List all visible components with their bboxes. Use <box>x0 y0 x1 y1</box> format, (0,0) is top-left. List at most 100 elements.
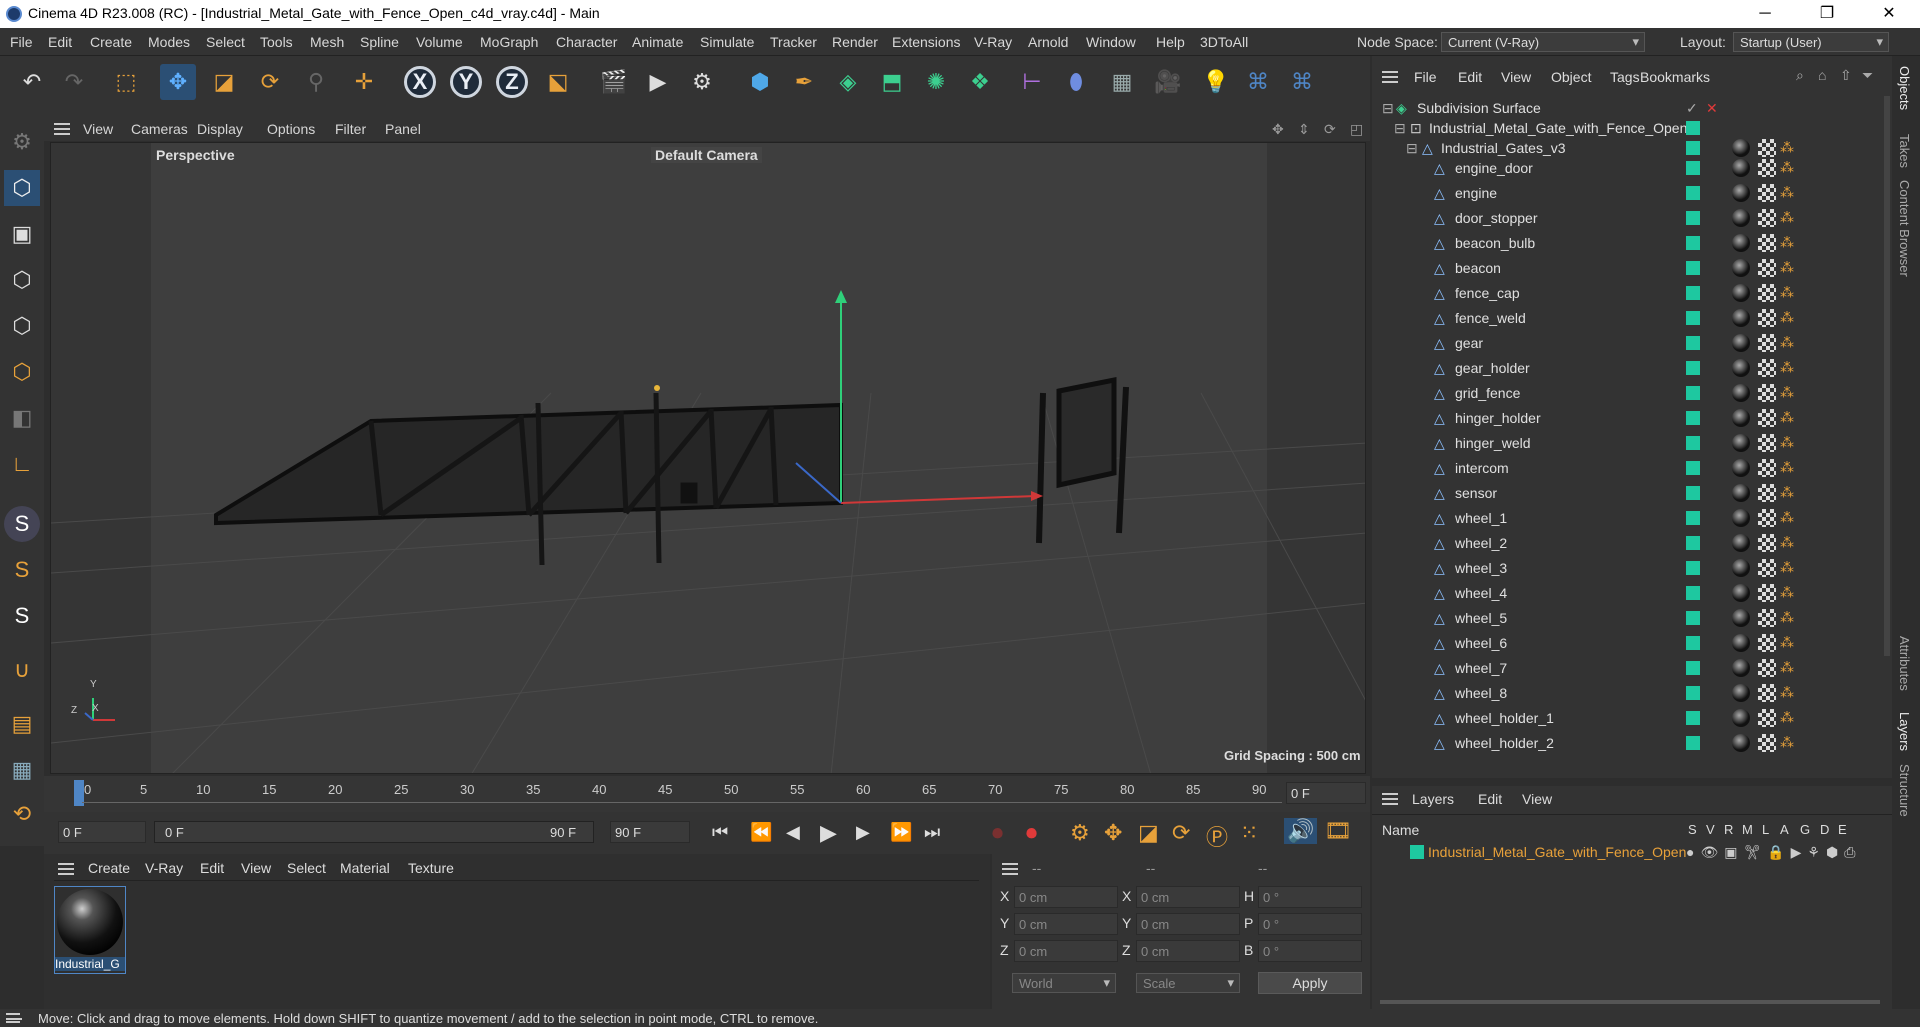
coord-size-z-field[interactable]: 0 cm <box>1136 940 1240 962</box>
tab-content-browser[interactable]: Content Browser <box>1897 180 1912 277</box>
collapse-icon[interactable]: ⊟ <box>1394 120 1406 137</box>
key-rotation-icon[interactable]: ⟳ <box>1172 820 1190 846</box>
material-menu-material[interactable]: Material <box>340 860 390 876</box>
viewport-menu-display[interactable]: Display <box>197 121 243 137</box>
layout-dropdown[interactable]: Startup (User) <box>1733 32 1889 52</box>
texture-tag-icon[interactable] <box>1758 459 1776 477</box>
texture-tag-icon[interactable] <box>1758 309 1776 327</box>
tab-structure[interactable]: Structure <box>1897 764 1912 817</box>
end-frame-field[interactable]: 90 F <box>610 821 690 843</box>
viewport-maximize-icon[interactable]: ◰ <box>1350 121 1363 138</box>
menu-select[interactable]: Select <box>206 34 245 50</box>
vray-tag-icon[interactable]: ⁂ <box>1780 684 1798 702</box>
viewport-menu-cameras[interactable]: Cameras <box>131 121 188 137</box>
material-menu-vray[interactable]: V-Ray <box>145 860 183 876</box>
start-frame-field[interactable]: 0 F <box>58 821 146 843</box>
object-search-icon[interactable]: ⌕ <box>1796 67 1804 84</box>
vray-tag-icon[interactable]: ⁂ <box>1780 309 1798 327</box>
layer-name[interactable]: Industrial_Metal_Gate_with_Fence_Open <box>1428 844 1686 860</box>
menu-create[interactable]: Create <box>90 34 132 50</box>
material-tag-icon[interactable] <box>1732 609 1750 627</box>
layer-menu-edit[interactable]: Edit <box>1478 791 1502 807</box>
vray-tag-icon[interactable]: ⁂ <box>1780 334 1798 352</box>
object-hamburger-icon[interactable] <box>1382 71 1398 83</box>
texture-tag-icon[interactable] <box>1758 139 1776 157</box>
vray-tag-icon[interactable]: ⁂ <box>1780 209 1798 227</box>
texture-tag-icon[interactable] <box>1758 434 1776 452</box>
texture-tag-icon[interactable] <box>1758 584 1776 602</box>
recent-tools-icon[interactable]: ⚲ <box>298 64 334 100</box>
coord-rot-h-field[interactable]: 0 ° <box>1258 886 1362 908</box>
key-parameter-icon[interactable]: Ⓟ <box>1206 820 1228 852</box>
object-row-child[interactable]: △ wheel_4 ⁂ <box>1372 581 1882 606</box>
polygon-mode-icon[interactable]: ⬡ <box>4 354 40 390</box>
coord-hamburger-icon[interactable] <box>1002 863 1018 875</box>
render-picture-viewer-icon[interactable]: ▶ <box>640 64 676 100</box>
material-menu-select[interactable]: Select <box>287 860 326 876</box>
enabled-x-icon[interactable]: ✕ <box>1706 100 1718 117</box>
array-icon[interactable]: ✺ <box>918 64 954 100</box>
layer-color-swatch[interactable] <box>1686 486 1700 500</box>
material-tag-icon[interactable] <box>1732 384 1750 402</box>
timeline-ruler[interactable]: 0 5 10 15 20 25 30 35 40 45 50 55 60 65 … <box>44 776 1370 812</box>
object-row-child[interactable]: △ hinger_weld ⁂ <box>1372 431 1882 456</box>
texture-tag-icon[interactable] <box>1758 209 1776 227</box>
texture-tag-icon[interactable] <box>1758 409 1776 427</box>
material-tag-icon[interactable] <box>1732 434 1750 452</box>
material-tag-icon[interactable] <box>1732 359 1750 377</box>
texture-tag-icon[interactable] <box>1758 734 1776 752</box>
vray-tag-icon[interactable]: ⁂ <box>1780 484 1798 502</box>
vray-tag-icon[interactable]: ⁂ <box>1780 534 1798 552</box>
object-row-child[interactable]: △ sensor ⁂ <box>1372 481 1882 506</box>
viewport-orbit-icon[interactable]: ⟳ <box>1324 121 1336 138</box>
layer-color-swatch[interactable] <box>1686 736 1700 750</box>
layer-row[interactable]: Industrial_Metal_Gate_with_Fence_Open ●👁… <box>1372 842 1882 864</box>
render-view-icon[interactable]: 🎬 <box>596 64 632 100</box>
menu-edit[interactable]: Edit <box>48 34 72 50</box>
previous-key-icon[interactable]: ⏪ <box>750 822 772 843</box>
texture-tag-icon[interactable] <box>1758 184 1776 202</box>
close-button[interactable]: ✕ <box>1866 0 1912 28</box>
layer-color-swatch[interactable] <box>1686 461 1700 475</box>
3d-viewport[interactable]: X Y Z Perspective Default Camera Grid Sp… <box>50 142 1366 774</box>
object-row-child[interactable]: △ fence_cap ⁂ <box>1372 281 1882 306</box>
layer-menu-view[interactable]: View <box>1522 791 1552 807</box>
floor-icon[interactable]: ▦ <box>1104 64 1140 100</box>
material-tag-icon[interactable] <box>1732 334 1750 352</box>
object-row-child[interactable]: △ wheel_holder_2 ⁂ <box>1372 731 1882 756</box>
object-row-child[interactable]: △ beacon_bulb ⁂ <box>1372 231 1882 256</box>
coord-rot-b-field[interactable]: 0 ° <box>1258 940 1362 962</box>
previous-frame-icon[interactable]: ◀ <box>786 822 800 843</box>
vray-tag-icon[interactable]: ⁂ <box>1780 409 1798 427</box>
layer-color-swatch[interactable] <box>1686 636 1700 650</box>
material-menu-texture[interactable]: Texture <box>408 860 454 876</box>
viewport-dolly-icon[interactable]: ⇕ <box>1298 121 1310 138</box>
maximize-button[interactable]: ❐ <box>1804 0 1850 28</box>
snap-s2-icon[interactable]: S <box>4 552 40 588</box>
material-tag-icon[interactable] <box>1732 209 1750 227</box>
camera-icon[interactable]: 🎥 <box>1150 64 1186 100</box>
current-frame-field[interactable]: 0 F <box>1286 782 1366 804</box>
menu-render[interactable]: Render <box>832 34 878 50</box>
deformer-icon[interactable]: ⊢ <box>1014 64 1050 100</box>
viewport-camera-label[interactable]: Default Camera <box>651 147 762 163</box>
status-hamburger-icon[interactable] <box>6 1013 22 1023</box>
vray-tag-icon[interactable]: ⁂ <box>1780 659 1798 677</box>
menu-character[interactable]: Character <box>556 34 617 50</box>
object-up-icon[interactable]: ⇧ <box>1840 67 1852 84</box>
object-row-child[interactable]: △ gear_holder ⁂ <box>1372 356 1882 381</box>
object-row-child[interactable]: △ wheel_2 ⁂ <box>1372 531 1882 556</box>
vray-tag-icon[interactable]: ⁂ <box>1780 709 1798 727</box>
layer-toggle-icons[interactable]: ●👁▣✂🔒▶⚘⬢⎙ <box>1686 844 1861 861</box>
material-tag-icon[interactable] <box>1732 284 1750 302</box>
layer-color-swatch[interactable] <box>1686 386 1700 400</box>
transform-tool-icon[interactable]: ✛ <box>346 64 382 100</box>
texture-tag-icon[interactable] <box>1758 259 1776 277</box>
vray-tag-icon[interactable]: ⁂ <box>1780 359 1798 377</box>
vray-tag-icon[interactable]: ⁂ <box>1780 434 1798 452</box>
collapse-icon[interactable]: ⊟ <box>1382 100 1394 117</box>
object-filter-icon[interactable]: ⏷ <box>1862 67 1873 84</box>
object-menu-object[interactable]: Object <box>1551 69 1591 85</box>
texture-tag-icon[interactable] <box>1758 484 1776 502</box>
next-frame-icon[interactable]: ▶ <box>856 822 870 843</box>
